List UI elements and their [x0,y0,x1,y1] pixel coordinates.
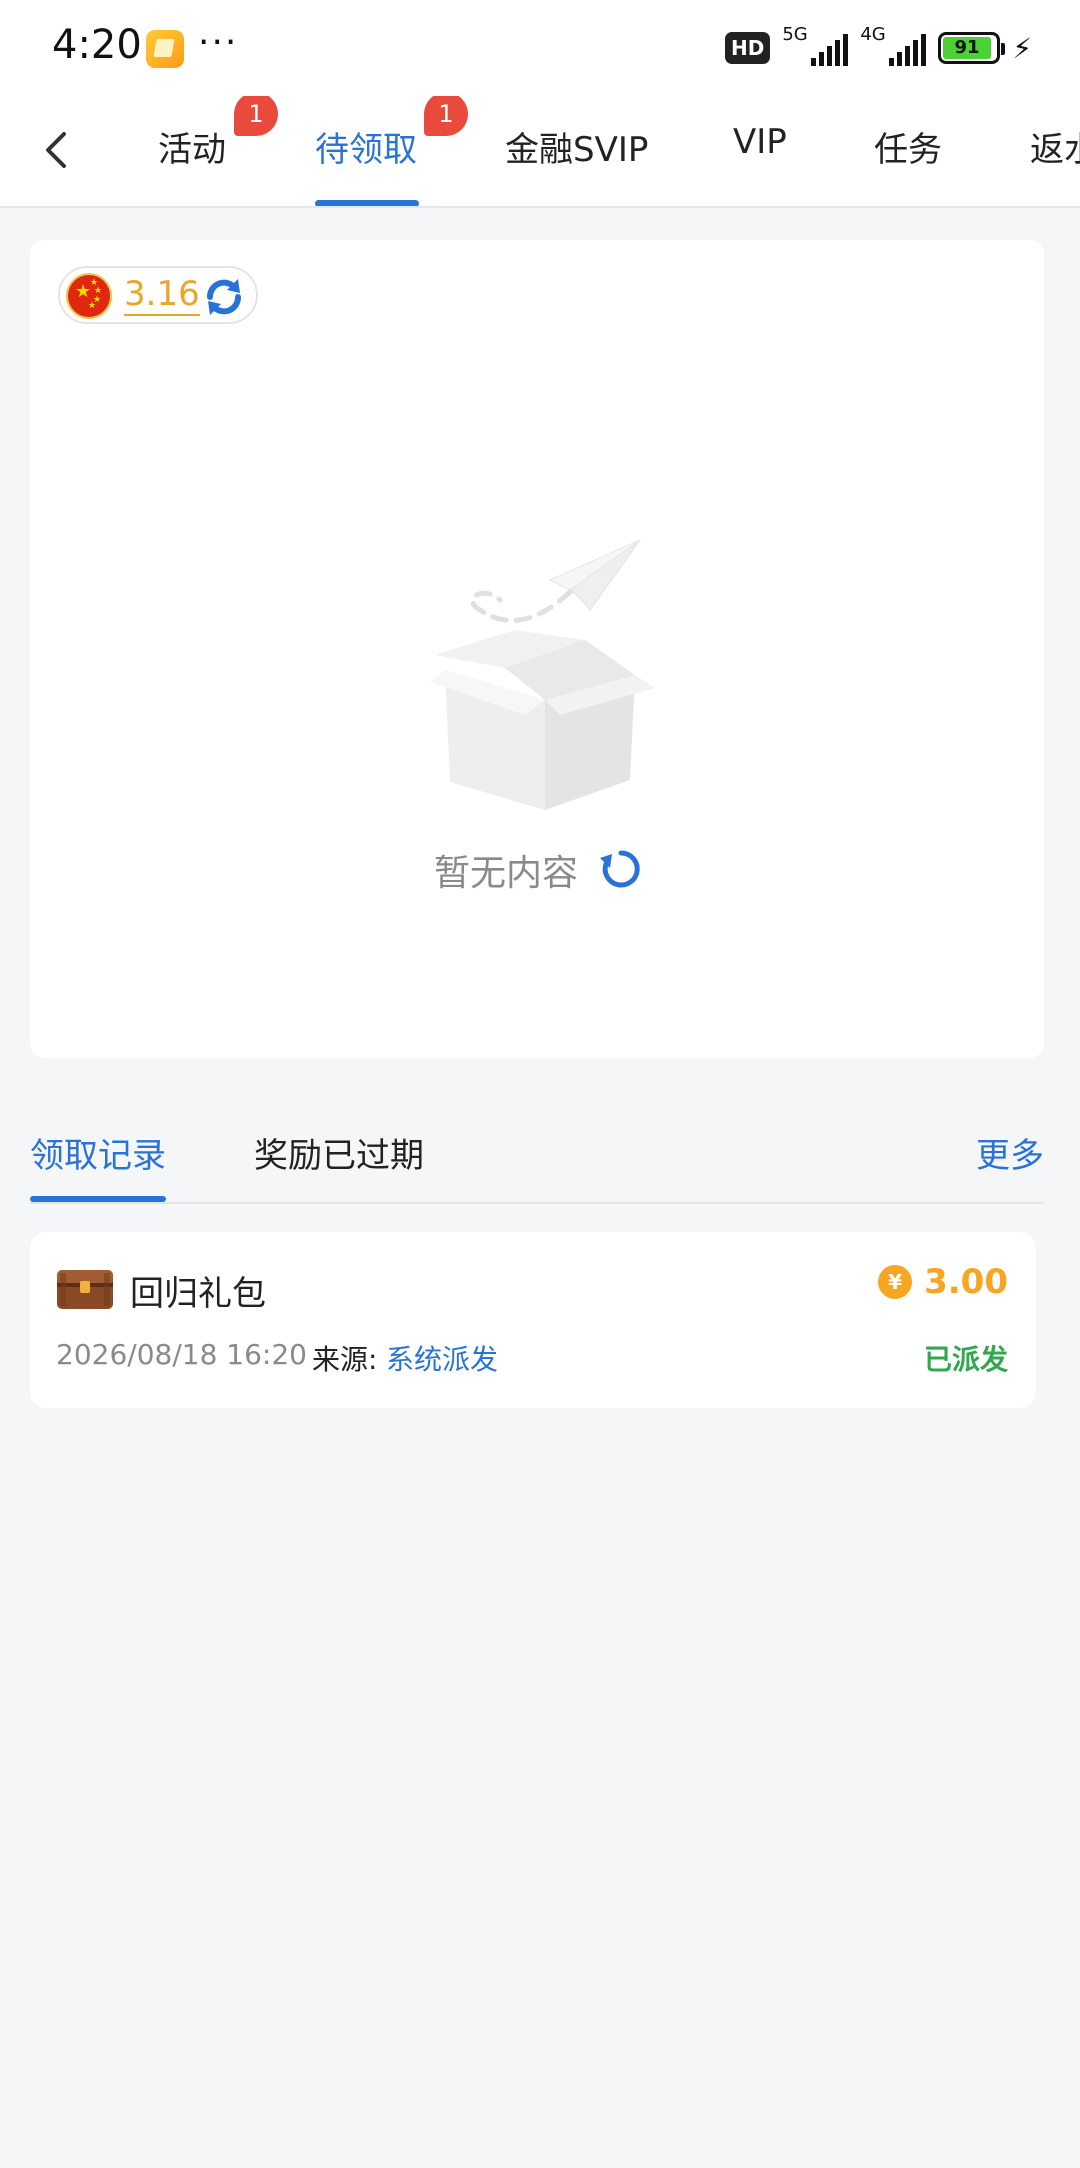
currency-rate-value: 3.16 [124,274,200,316]
tab-pending-claim-badge: 1 [424,96,468,136]
record-title: 回归礼包 [130,1274,266,1314]
hd-badge: HD [724,32,771,64]
battery-level: 91 [943,37,991,59]
pending-rewards-card: ★ ★ ★ ★ ★ 3.16 暂无内容 [30,240,1044,1058]
signal-5g-icon: 5G [782,24,849,68]
category-tab-bar: 活动 1 待领取 1 金融SVIP VIP 任务 返水 [0,96,1080,208]
tab-rebate[interactable]: 返水 [1030,122,1080,171]
tab-activities[interactable]: 活动 [158,122,226,171]
status-badge: 已派发 [923,1343,1008,1376]
network-5g-label: 5G [782,24,808,45]
notes-app-icon [146,30,184,68]
record-amount-value: 3.00 [924,1262,1008,1302]
tab-claim-records[interactable]: 领取记录 [30,1128,166,1177]
status-time: 4:20 [52,22,142,68]
reload-icon[interactable] [598,846,644,892]
tab-pending-claim[interactable]: 待领取 [315,122,417,171]
tab-finance-svip[interactable]: 金融SVIP [505,122,648,171]
record-source-label: 来源: [312,1343,378,1376]
back-arrow-icon[interactable] [28,120,88,180]
yuan-coin-icon: ¥ [878,1265,913,1299]
list-item[interactable]: 回归礼包 ¥ 3.00 2026/08/18 16:20 来源: 系统派发 已派… [30,1232,1036,1408]
record-source: 系统派发 [386,1343,499,1376]
empty-box-illustration [430,539,655,810]
status-bar: 4:20 ··· HD 5G 4G 91 ⚡ [0,0,1080,96]
currency-rate-pill[interactable]: ★ ★ ★ ★ ★ 3.16 [58,266,258,324]
empty-state-text: 暂无内容 [434,853,579,894]
record-tab-indicator [30,1196,166,1202]
tab-activities-badge: 1 [234,96,278,136]
more-link[interactable]: 更多 [976,1128,1044,1177]
status-indicators: HD 5G 4G 91 ⚡ [724,24,1032,68]
record-tab-bar: 领取记录 奖励已过期 更多 [30,1110,1044,1204]
china-flag-icon: ★ ★ ★ ★ ★ [66,273,112,319]
active-tab-indicator [315,200,419,206]
signal-4g-icon: 4G [860,24,927,68]
network-4g-label: 4G [860,24,886,45]
tab-vip[interactable]: VIP [733,122,787,162]
rate-refresh-icon[interactable] [202,275,246,319]
tab-expired-rewards[interactable]: 奖励已过期 [254,1128,424,1177]
record-time: 2026/08/18 16:20 [56,1338,307,1371]
record-amount: ¥ 3.00 [878,1262,1008,1302]
tab-tasks[interactable]: 任务 [874,122,942,171]
lightning-icon: ⚡ [1012,31,1032,65]
treasure-chest-icon [57,1270,113,1309]
more-notifications-icon: ··· [198,22,239,63]
battery-icon: 91 [938,32,1006,64]
